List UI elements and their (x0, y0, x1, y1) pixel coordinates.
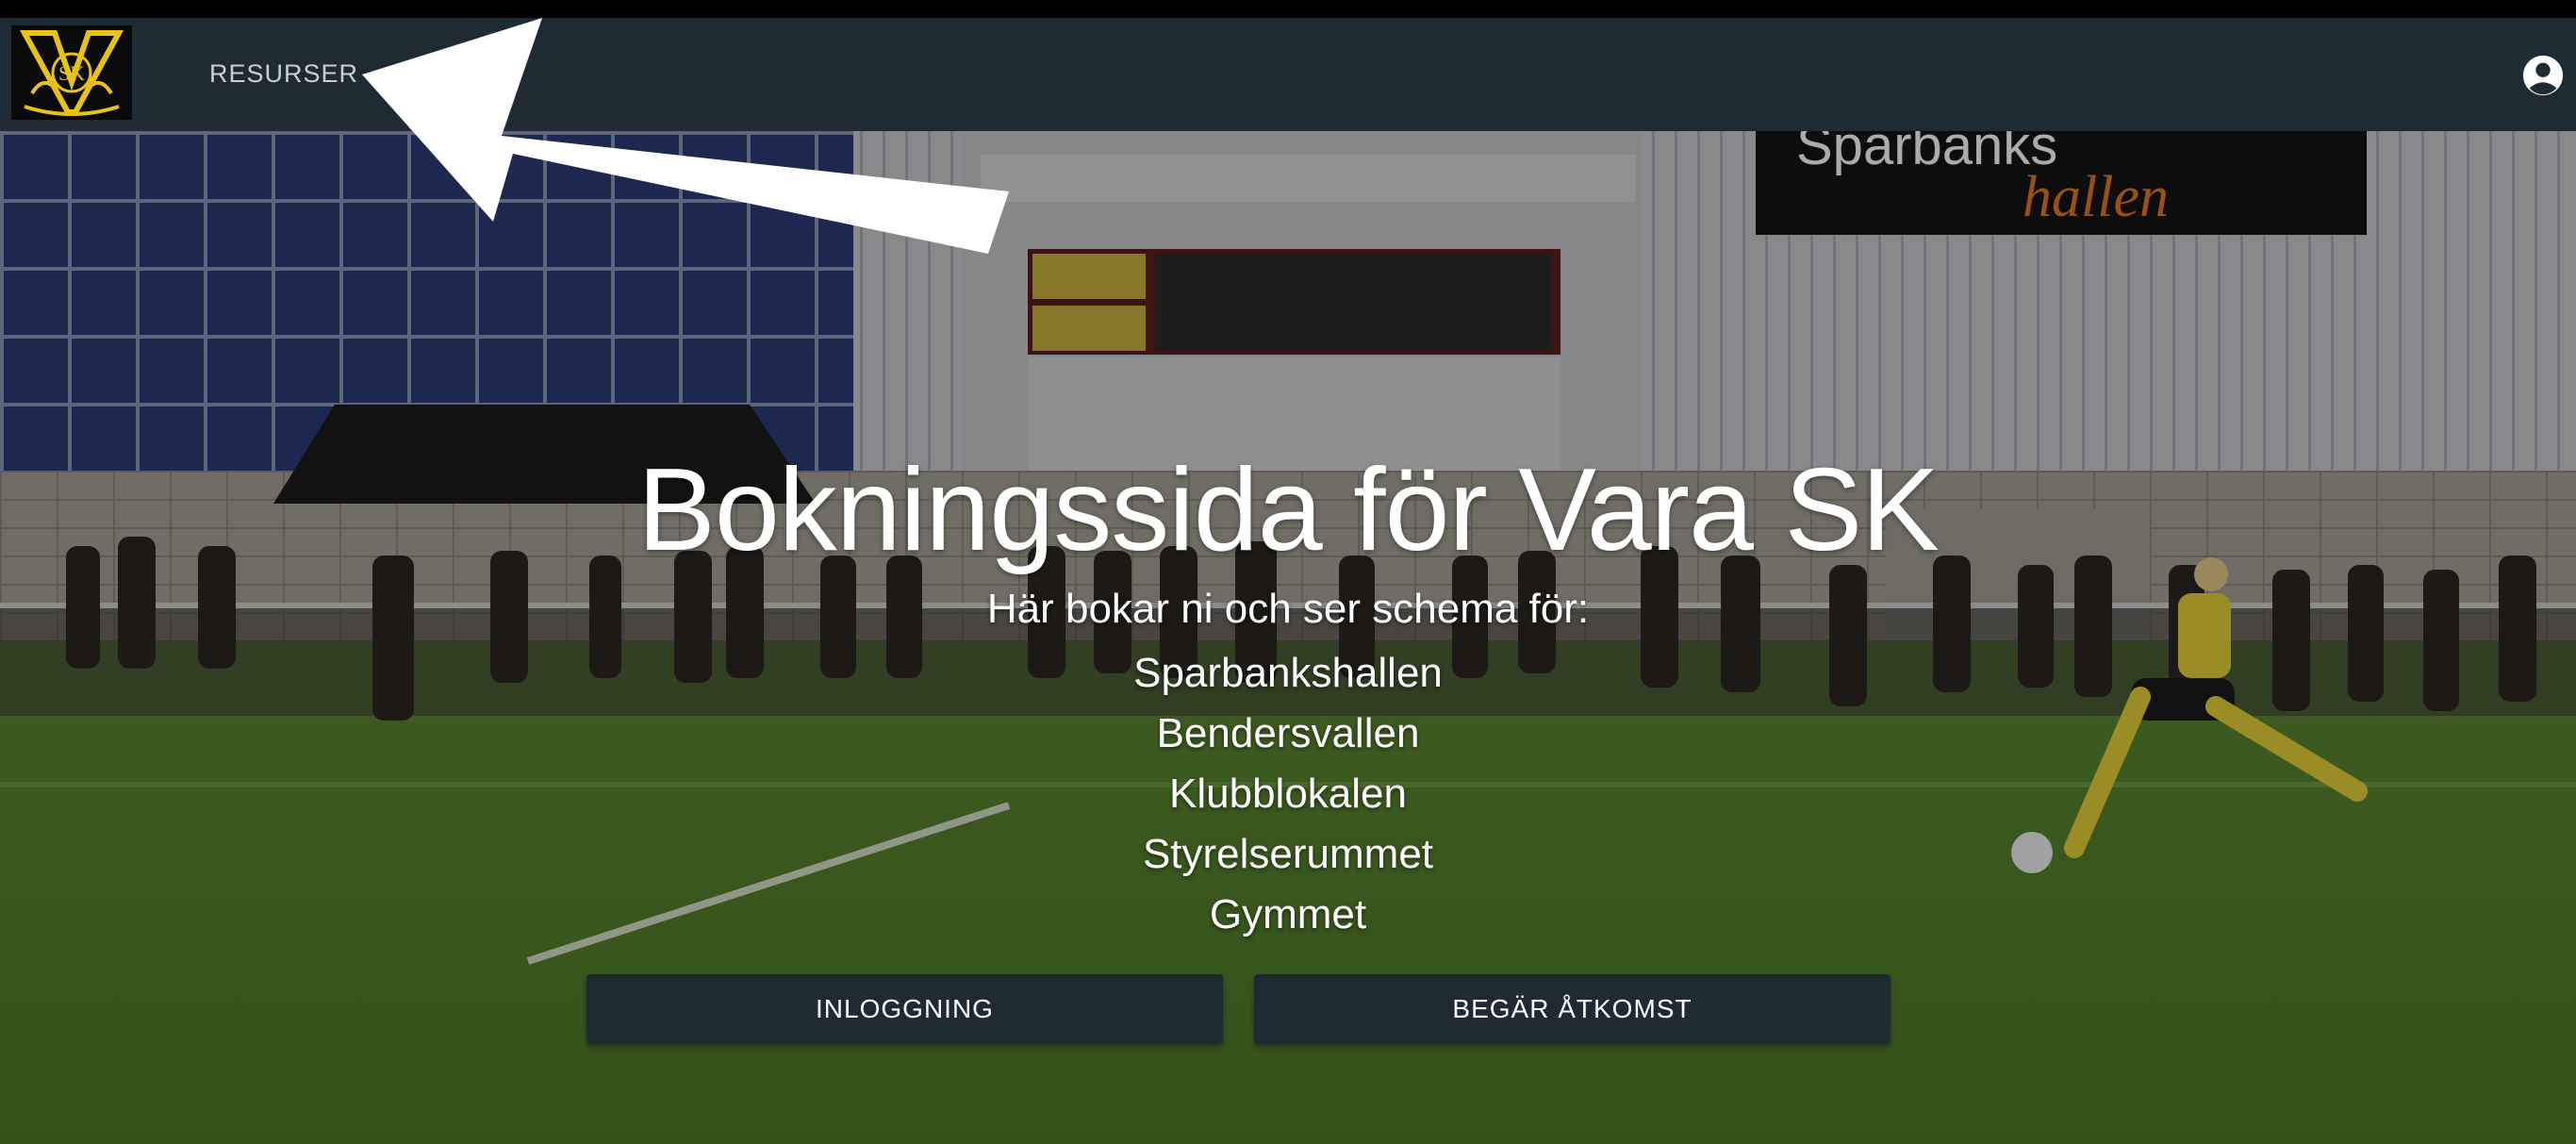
login-button[interactable]: INLOGGNING (586, 974, 1223, 1044)
top-strip (0, 0, 2576, 18)
venue-item: Sparbankshallen (1133, 650, 1443, 696)
account-circle-icon[interactable] (2521, 54, 2565, 97)
venue-item: Styrelserummet (1142, 831, 1434, 877)
hero-title: Bokningssida för Vara SK (637, 445, 1940, 575)
logo-text: SK (58, 61, 85, 85)
venue-list: Sparbankshallen Bendersvallen Klubblokal… (0, 643, 2576, 945)
club-logo[interactable]: SK (11, 25, 132, 120)
navbar: SK RESURSER (0, 18, 2576, 131)
venue-item: Bendersvallen (1156, 710, 1420, 756)
hero-section: Sparbanks hallen Bokningssida för Vara S… (0, 131, 2576, 1144)
nav-link-resurser[interactable]: RESURSER (209, 59, 358, 89)
request-access-button[interactable]: BEGÄR ÅTKOMST (1254, 974, 1891, 1044)
venue-item: Klubblokalen (1169, 771, 1407, 817)
club-logo-emblem: SK (15, 27, 128, 118)
venue-item: Gymmet (1209, 891, 1367, 937)
hero-subtitle: Här bokar ni och ser schema för: (986, 586, 1590, 632)
